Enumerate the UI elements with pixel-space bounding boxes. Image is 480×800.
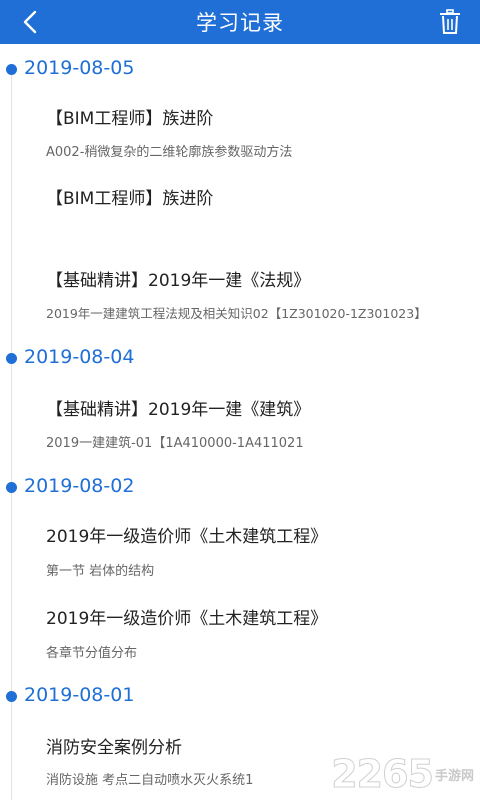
record-title[interactable]: 2019年一级造价师《土木建筑工程》 — [46, 604, 327, 629]
timeline-dot — [6, 691, 17, 702]
chevron-left-icon — [23, 10, 37, 34]
page-title: 学习记录 — [196, 11, 284, 35]
date-header: 2019-08-04 — [24, 346, 135, 368]
app-header: 学习记录 — [0, 0, 480, 44]
record-title[interactable]: 【BIM工程师】族进阶 — [46, 104, 213, 129]
record-subtitle[interactable]: 2019一建建筑-01【1A410000-1A411021 — [46, 432, 304, 451]
record-title[interactable]: 【基础精讲】2019年一建《建筑》 — [46, 395, 310, 420]
watermark-logo: 2265 手游网 — [331, 752, 474, 797]
date-header: 2019-08-05 — [24, 57, 135, 79]
timeline-dot — [6, 353, 17, 364]
watermark-brand: 手游网 — [434, 768, 474, 784]
record-title[interactable]: 消防安全案例分析 — [46, 733, 182, 758]
record-subtitle[interactable]: 各章节分值分布 — [46, 642, 137, 661]
record-title[interactable]: 【BIM工程师】族进阶 — [46, 184, 213, 209]
watermark-badge: 手游网 — [435, 765, 474, 784]
timeline-dot — [6, 64, 17, 75]
record-title[interactable]: 2019年一级造价师《土木建筑工程》 — [46, 522, 327, 547]
record-subtitle[interactable]: 第一节 岩体的结构 — [46, 560, 154, 579]
date-header: 2019-08-02 — [24, 475, 135, 497]
timeline-dot — [6, 482, 17, 493]
record-subtitle[interactable]: A002-稍微复杂的二维轮廓族参数驱动方法 — [46, 141, 292, 160]
back-button[interactable] — [10, 0, 50, 44]
watermark-number: 2265 — [331, 752, 435, 797]
date-header: 2019-08-01 — [24, 684, 135, 706]
trash-icon — [440, 9, 460, 34]
record-subtitle[interactable]: 2019年一建建筑工程法规及相关知识02【1Z301020-1Z301023】 — [46, 303, 427, 322]
record-subtitle[interactable]: 消防设施 考点二自动喷水灭火系统1 — [46, 769, 253, 788]
delete-button[interactable] — [430, 0, 470, 44]
record-title[interactable]: 【基础精讲】2019年一建《法规》 — [46, 266, 310, 291]
